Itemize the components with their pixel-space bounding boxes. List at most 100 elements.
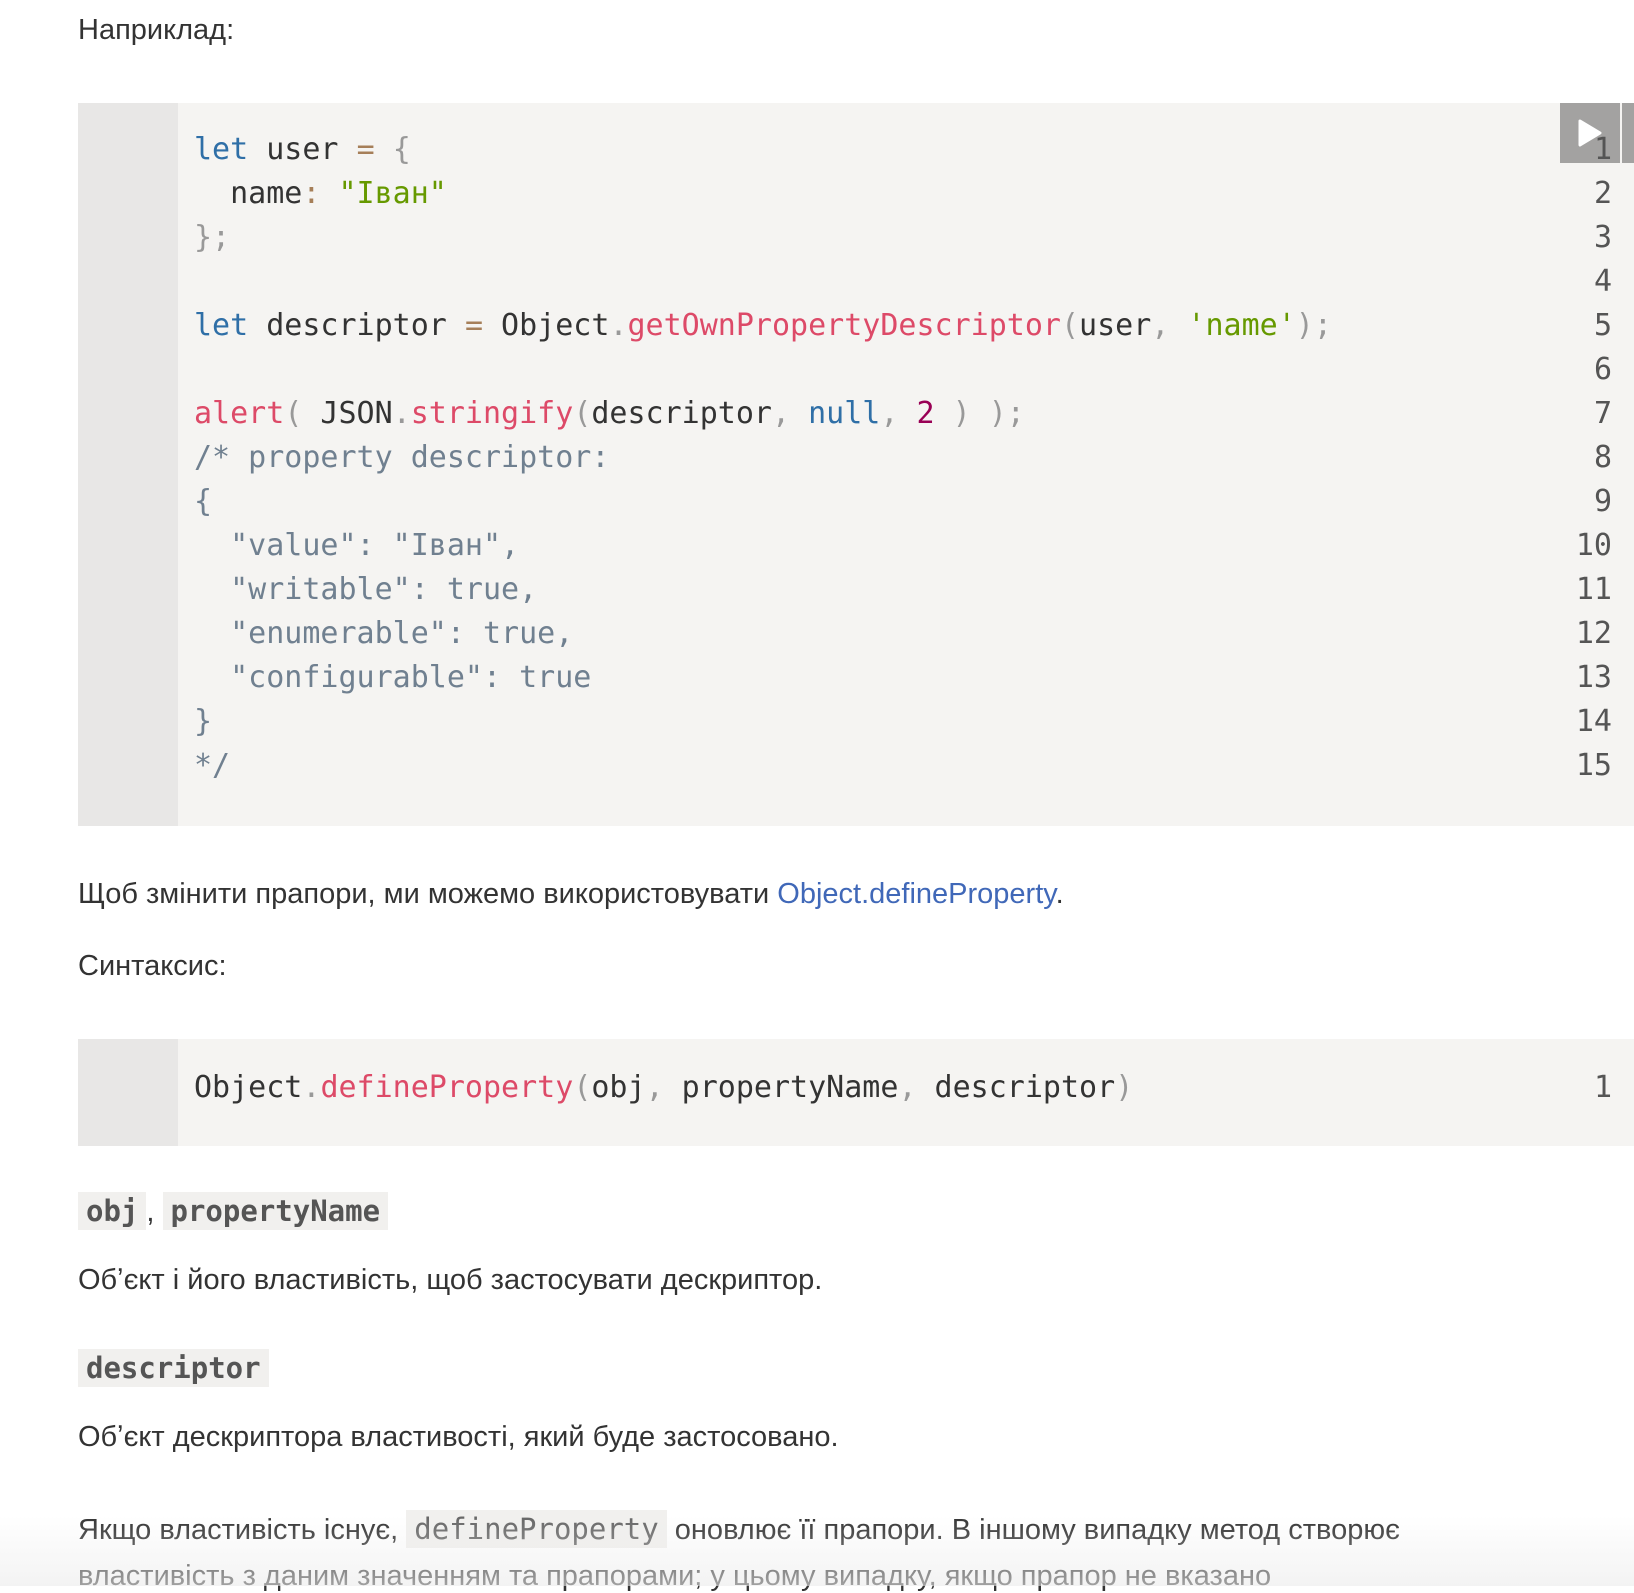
line-number: 4: [1593, 264, 1612, 299]
code-token: ,: [645, 1070, 664, 1105]
code-token: descriptor: [916, 1070, 1116, 1105]
code-token: .: [609, 308, 628, 343]
code-token: getOwnPropertyDescriptor: [627, 308, 1061, 343]
code-token: user: [248, 132, 357, 167]
paragraph-text-cont: оновлює її прапори. В іншому випадку мет…: [666, 1514, 1400, 1546]
code-token: (: [573, 396, 592, 431]
code-token: /* property descriptor:: [194, 440, 610, 475]
term-descriptor-description: Обʼєкт дескриптора властивості, який буд…: [78, 1421, 839, 1453]
code-token: .: [302, 1070, 321, 1105]
code-token: "writable": true,: [194, 572, 538, 607]
line-number: 1: [1593, 132, 1612, 167]
code-token: stringify: [410, 396, 574, 431]
toolbar-button-edge[interactable]: [1622, 103, 1634, 163]
paragraph-text: Якщо властивість існує,: [78, 1514, 407, 1546]
code-block-example: 1 let user = {2 name: "Іван" 3}; 4 5 let desc…: [78, 103, 1634, 826]
code-token: =: [356, 132, 375, 167]
code-token: }: [194, 704, 213, 739]
code-token: let: [194, 308, 249, 343]
line-numbers: [78, 1039, 178, 1146]
line-number: 6: [1593, 352, 1612, 387]
paragraph-end: .: [1055, 878, 1064, 910]
code-token: "configurable": true: [194, 660, 592, 695]
term-descriptor-wrap: descriptor: [78, 1349, 269, 1387]
code-token: let: [194, 132, 249, 167]
code-line: {: [194, 484, 212, 519]
code-token: propertyName: [663, 1070, 899, 1105]
code-line: let descriptor = Object.getOwnPropertyDe…: [194, 308, 1332, 343]
line-number: 9: [1593, 484, 1612, 519]
code-line: alert( JSON.stringify(descriptor, null, …: [194, 396, 1025, 431]
code-token: descriptor: [591, 396, 772, 431]
term-propertyname: propertyName: [162, 1192, 389, 1230]
code-token: "enumerable": true,: [194, 616, 574, 651]
line-number: 3: [1593, 220, 1612, 255]
code-token: ,: [1151, 308, 1170, 343]
line-number: 5: [1593, 308, 1612, 343]
code-block-syntax: 1 Object.defineProperty(obj, propertyName…: [78, 1039, 1634, 1146]
code-token: 2: [916, 396, 935, 431]
inline-code-defineproperty: defineProperty: [406, 1510, 667, 1548]
code-token: Object: [194, 1070, 303, 1105]
line-number: 15: [1575, 748, 1612, 783]
define-property-paragraph: Щоб змінити прапори, ми можемо використо…: [78, 878, 1064, 911]
code-token: descriptor: [248, 308, 465, 343]
code-token: );: [1295, 308, 1332, 343]
term-obj: obj: [78, 1192, 147, 1230]
line-numbers: [78, 103, 178, 826]
code-token: {: [392, 132, 411, 167]
line-number: 10: [1575, 528, 1612, 563]
code-token: ): [1115, 1070, 1134, 1105]
define-property-link[interactable]: Object.defineProperty: [777, 878, 1055, 910]
code-line: };: [194, 220, 230, 255]
code-token: "Іван": [338, 176, 447, 211]
paragraph-text: Щоб змінити прапори, ми можемо використо…: [78, 878, 778, 910]
code-token: .: [392, 396, 411, 431]
code-token: ,: [880, 396, 899, 431]
code-token: );: [988, 396, 1025, 431]
code-token: null: [808, 396, 881, 431]
code-token: */: [194, 748, 231, 783]
term-obj-propertyname: obj, propertyName: [78, 1192, 389, 1230]
code-line: }: [194, 704, 212, 739]
code-token: {: [194, 484, 213, 519]
code-token: =: [464, 308, 483, 343]
code-token: Object: [483, 308, 610, 343]
code-token: defineProperty: [320, 1070, 574, 1105]
line-number: 14: [1575, 704, 1612, 739]
line-number: 7: [1593, 396, 1612, 431]
code-token: user: [1079, 308, 1152, 343]
code-token: "value": "Іван",: [194, 528, 520, 563]
code-token: ,: [772, 396, 791, 431]
term-descriptor: descriptor: [78, 1349, 269, 1387]
term-obj-description: Обʼєкт і його властивість, щоб застосува…: [78, 1264, 823, 1296]
code-token: obj: [591, 1070, 646, 1105]
line-number: 13: [1575, 660, 1612, 695]
code-token: };: [194, 220, 231, 255]
code-line: "writable": true,: [194, 572, 537, 607]
code-line: /* property descriptor:: [194, 440, 609, 475]
code-line: "enumerable": true,: [194, 616, 573, 651]
line-number: 12: [1575, 616, 1612, 651]
code-token: alert: [194, 396, 285, 431]
code-token: 'name': [1187, 308, 1296, 343]
code-line: Object.defineProperty(obj, propertyName,…: [194, 1070, 1133, 1105]
code-line: "value": "Іван",: [194, 528, 519, 563]
code-line: */: [194, 748, 230, 783]
line-number: 11: [1575, 572, 1612, 607]
code-line: "configurable": true: [194, 660, 591, 695]
define-property-behavior-paragraph: Якщо властивість існує, defineProperty о…: [78, 1510, 1400, 1548]
code-token: (: [1060, 308, 1080, 343]
line-number: 2: [1593, 176, 1612, 211]
code-token: (: [573, 1070, 592, 1105]
line-number: 1: [1593, 1070, 1612, 1105]
term-separator: ,: [146, 1196, 163, 1228]
code-token: JSON: [302, 396, 393, 431]
